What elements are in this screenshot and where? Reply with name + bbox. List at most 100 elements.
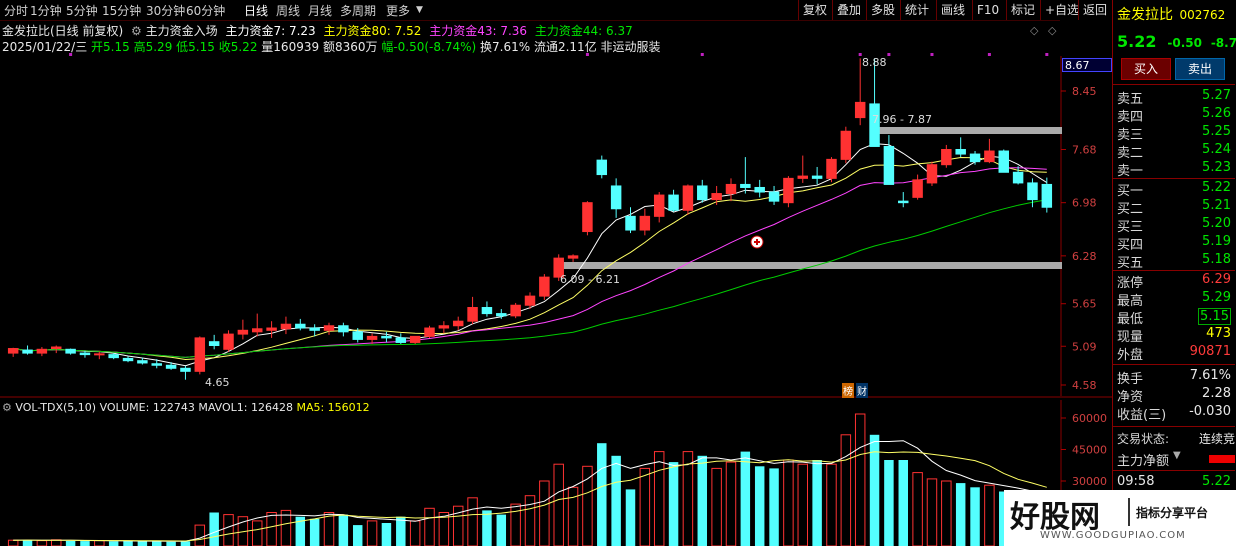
volume-value: VOLUME: 122743 [99,401,195,414]
price-tick-label: 4.58 [1072,379,1097,392]
volume-bar [539,480,550,546]
ask-row-3: 卖三 5.25 [1117,124,1235,143]
candle-body [208,341,220,346]
volume-header: ⚙ VOL-TDX(5,10) VOLUME: 122743 MAVOL1: 1… [2,401,370,414]
volume-bar [409,520,421,546]
candle-body [194,337,206,372]
ask-price[interactable]: 5.24 [1202,142,1231,157]
ask-price[interactable]: 5.25 [1202,124,1231,139]
current-vol-row: 现量 473 [1117,326,1235,345]
candle-body [898,200,909,204]
candle-body [309,327,320,331]
volume-bar [7,539,19,546]
ask-price[interactable]: 5.23 [1202,160,1231,175]
volume-bar [137,541,148,546]
bid-price[interactable]: 5.20 [1202,216,1231,231]
rank-badge[interactable]: 榜 [842,383,854,398]
candle-body [811,175,823,179]
volume-bar [280,509,292,546]
stat-value: 6.29 [1202,272,1231,287]
stock-name: 金发拉比 [1117,7,1173,23]
candle-body [366,335,378,340]
volume-bar [180,541,191,546]
candle-body [524,295,536,306]
bid-price[interactable]: 5.19 [1202,234,1231,249]
chevron-down-icon[interactable]: ▼ [1173,450,1181,461]
ask-row-2: 卖二 5.24 [1117,142,1235,161]
divider [1113,270,1235,271]
volume-bar [711,467,722,546]
volume-bar [80,541,90,546]
volume-bar [740,451,751,546]
lower-zone-bar [557,262,1062,269]
mavol1-value: MAVOL1: 126428 [198,401,293,414]
limit-up-row: 涨停 6.29 [1117,272,1235,291]
bid-label: 买四 [1117,238,1144,253]
divider [1113,364,1235,365]
candle-body [912,179,923,198]
candle-body [352,331,363,340]
candle-body [36,348,48,354]
watermark-url: WWW.GOODGUPIAO.COM [1040,530,1186,541]
ask-label: 卖一 [1117,164,1144,179]
volume-indicator-name: VOL-TDX(5,10) [15,401,97,414]
volume-bar [682,451,694,546]
low-annotation: 4.65 [205,376,230,389]
volume-bar [209,512,219,546]
candle-body [754,186,765,193]
divider [1113,178,1235,179]
price-tick-label: 6.28 [1072,250,1097,263]
volume-bar [797,463,809,546]
ask-price[interactable]: 5.26 [1202,106,1231,121]
volume-tick-label: 45000 [1072,444,1107,457]
buy-button[interactable]: 买入 [1121,58,1171,80]
high-row: 最高 5.29 [1117,290,1235,309]
bid-label: 买三 [1117,220,1144,235]
volume-bar [955,483,966,546]
bid-price[interactable]: 5.21 [1202,198,1231,213]
candle-body [424,327,435,337]
current-price-marker: 8.67 [1062,58,1112,72]
candle-body [826,158,837,179]
signal-dot [69,53,73,56]
volume-tick-label: 60000 [1072,412,1107,425]
candle-body [280,323,292,330]
ma10-line [13,156,1047,361]
quote-panel: 金发拉比 002762 5.22 -0.50 -8.74% 买入 卖出 卖五 5.… [1112,0,1236,546]
stock-code: 002762 [1179,8,1226,22]
candle-body [79,352,91,356]
candle-body [711,193,722,201]
candle-body [768,191,780,202]
ask-price[interactable]: 5.27 [1202,88,1231,103]
candle-body [883,145,895,185]
bid-row-1: 买一 5.22 [1117,180,1235,199]
price-chart[interactable]: 8.45 7.68 6.98 6.28 5.65 5.09 4.58 60000 45000 30… [0,0,1112,546]
volume-bar [396,516,406,546]
last-price: 5.22 [1117,32,1157,51]
bid-price[interactable]: 5.22 [1202,180,1231,195]
finance-badge[interactable]: 财 [856,383,868,398]
bid-price[interactable]: 5.18 [1202,252,1231,267]
candle-body [984,150,995,163]
candle-body [481,307,493,315]
volume-bar [941,480,952,546]
price-tick-label: 5.09 [1072,340,1097,353]
sell-button[interactable]: 卖出 [1175,58,1225,80]
trade-status-row: 交易状态: 连续竞 [1117,430,1235,448]
volume-bar [812,460,822,546]
volume-bar [912,472,923,546]
price-tick-label: 7.68 [1072,143,1097,156]
candle-body [452,320,464,327]
volume-bar [769,468,779,546]
volume-bar [898,460,908,546]
tick-price: 5.22 [1202,474,1231,489]
ask-row-1: 卖一 5.23 [1117,160,1235,179]
candle-body [395,337,407,343]
volume-bar [783,459,794,546]
eps-row: 收益(三) -0.030 [1117,404,1235,423]
bid-row-2: 买二 5.21 [1117,198,1235,217]
lower-zone-label: 6.09 - 6.21 [560,273,620,286]
candle-body [854,101,866,119]
candle-body [596,159,608,176]
settings-icon[interactable]: ⚙ [2,401,12,414]
